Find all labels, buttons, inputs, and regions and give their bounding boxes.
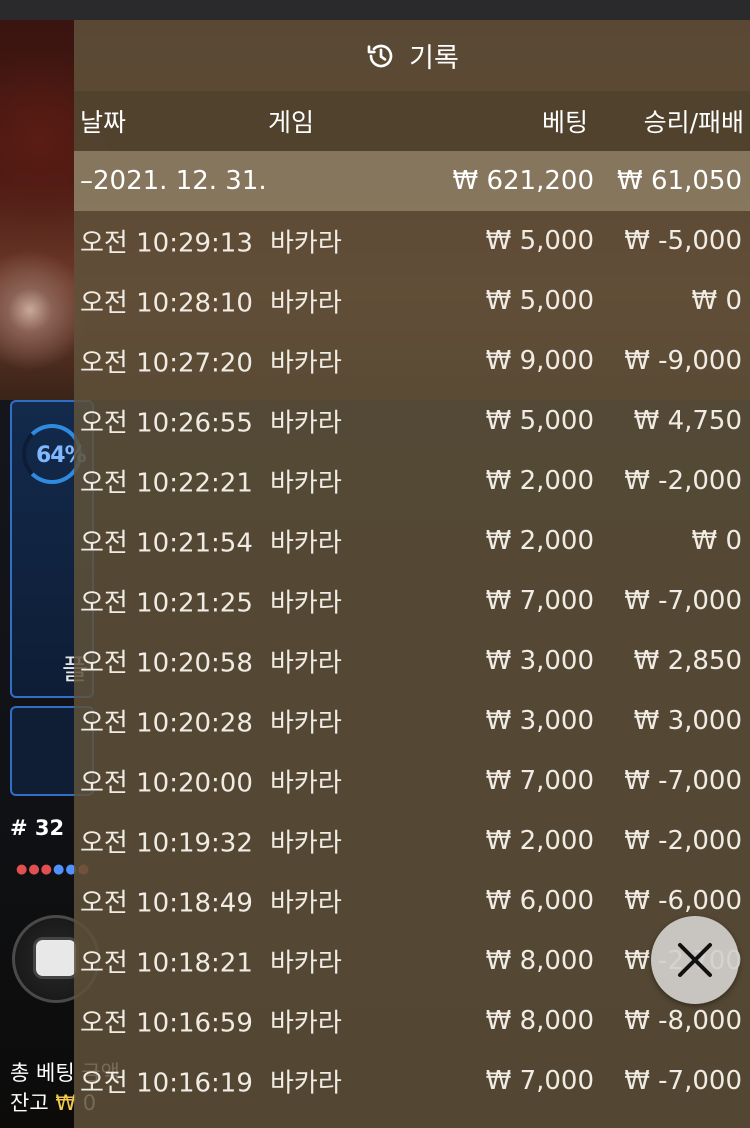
column-bet: 베팅 (541, 108, 588, 137)
history-list: 오전 10:29:13 바카라 ₩ 5,000 ₩ -5,000 오전 10:28:10… (74, 211, 750, 1111)
history-clock-icon (367, 44, 393, 67)
row-result: ₩ 3,000 (633, 706, 742, 736)
row-game: 바카라 (270, 588, 342, 619)
row-result: ₩ -9,000 (624, 346, 742, 376)
row-result: ₩ -5,000 (624, 226, 742, 256)
row-time: 오전 10:16:19 (80, 1068, 253, 1099)
column-result: 승리/패배 (643, 108, 744, 137)
history-title: 기록 (409, 43, 459, 74)
row-bet: ₩ 7,000 (485, 766, 594, 796)
row-bet: ₩ 9,000 (485, 346, 594, 376)
row-result: ₩ -7,000 (624, 766, 742, 796)
history-row[interactable]: 오전 10:20:28 바카라 ₩ 3,000 ₩ 3,000 (74, 691, 750, 751)
row-bet: ₩ 3,000 (485, 706, 594, 736)
row-time: 오전 10:19:32 (80, 828, 253, 859)
history-row[interactable]: 오전 10:18:49 바카라 ₩ 6,000 ₩ -6,000 (74, 871, 750, 931)
row-time: 오전 10:21:25 (80, 588, 253, 619)
history-row[interactable]: 오전 10:20:00 바카라 ₩ 7,000 ₩ -7,000 (74, 751, 750, 811)
history-row[interactable]: 오전 10:20:58 바카라 ₩ 3,000 ₩ 2,850 (74, 631, 750, 691)
row-bet: ₩ 7,000 (485, 586, 594, 616)
close-button[interactable] (651, 916, 739, 1004)
history-row[interactable]: 오전 10:21:25 바카라 ₩ 7,000 ₩ -7,000 (74, 571, 750, 631)
row-result: ₩ 4,750 (633, 406, 742, 436)
row-result: ₩ -2,000 (624, 466, 742, 496)
row-game: 바카라 (270, 708, 342, 739)
history-row[interactable]: 오전 10:21:54 바카라 ₩ 2,000 ₩ 0 (74, 511, 750, 571)
row-game: 바카라 (270, 348, 342, 379)
row-game: 바카라 (270, 1068, 342, 1099)
row-time: 오전 10:16:59 (80, 1008, 253, 1039)
row-time: 오전 10:18:21 (80, 948, 253, 979)
row-result: ₩ -2,000 (624, 826, 742, 856)
row-time: 오전 10:22:21 (80, 468, 253, 499)
row-time: 오전 10:20:28 (80, 708, 253, 739)
row-bet: ₩ 6,000 (485, 886, 594, 916)
row-time: 오전 10:29:13 (80, 228, 253, 259)
history-row[interactable]: 오전 10:28:10 바카라 ₩ 5,000 ₩ 0 (74, 271, 750, 331)
row-bet: ₩ 2,000 (485, 826, 594, 856)
row-result: ₩ -7,000 (624, 586, 742, 616)
table-header: 날짜 게임 베팅 승리/패배 (74, 91, 750, 151)
row-game: 바카라 (270, 528, 342, 559)
history-row[interactable]: 오전 10:29:13 바카라 ₩ 5,000 ₩ -5,000 (74, 211, 750, 271)
row-bet: ₩ 2,000 (485, 526, 594, 556)
row-game: 바카라 (270, 948, 342, 979)
row-game: 바카라 (270, 1008, 342, 1039)
status-bar (0, 0, 750, 20)
summary-bet: ₩ 621,200 (452, 166, 595, 196)
row-bet: ₩ 3,000 (485, 646, 594, 676)
row-game: 바카라 (270, 228, 342, 259)
history-panel: 기록 날짜 게임 베팅 승리/패배 –2021. 12. 31. ₩ 621,2… (74, 20, 750, 1128)
summary-date: –2021. 12. 31. (80, 166, 267, 196)
row-bet: ₩ 8,000 (485, 1006, 594, 1036)
history-row[interactable]: 오전 10:18:21바카라₩ 8,000₩ -2,700 (74, 931, 750, 991)
row-time: 오전 10:18:49 (80, 888, 253, 919)
balance-label: 잔고 (10, 1091, 49, 1115)
column-game: 게임 (268, 108, 315, 137)
row-game: 바카라 (270, 828, 342, 859)
history-row[interactable]: 오전 10:16:59 바카라 ₩ 8,000 ₩ -8,000 (74, 991, 750, 1051)
row-bet: ₩ 2,000 (485, 466, 594, 496)
row-time: 오전 10:21:54 (80, 528, 253, 559)
row-bet: ₩ 5,000 (485, 406, 594, 436)
row-game: 바카라 (270, 408, 342, 439)
round-number: # 32 (10, 816, 65, 840)
history-row[interactable]: 오전 10:26:55 바카라 ₩ 5,000 ₩ 4,750 (74, 391, 750, 451)
row-game: 바카라 (270, 288, 342, 319)
date-summary-row[interactable]: –2021. 12. 31. ₩ 621,200 ₩ 61,050 (74, 151, 750, 211)
column-date: 날짜 (80, 108, 127, 137)
balance-currency: ₩ (55, 1091, 77, 1115)
row-bet: ₩ 8,000 (485, 946, 594, 976)
row-result: ₩ 0 (691, 286, 742, 316)
history-row[interactable]: 오전 10:27:20 바카라 ₩ 9,000 ₩ -9,000 (74, 331, 750, 391)
row-game: 바카라 (270, 648, 342, 679)
summary-result: ₩ 61,050 (617, 166, 742, 196)
row-game: 바카라 (270, 768, 342, 799)
row-time: 오전 10:28:10 (80, 288, 253, 319)
row-time: 오전 10:20:00 (80, 768, 253, 799)
row-result: ₩ -7,000 (624, 1066, 742, 1096)
row-bet: ₩ 7,000 (485, 1066, 594, 1096)
row-result: ₩ 0 (691, 526, 742, 556)
row-result: ₩ 2,850 (633, 646, 742, 676)
close-icon (678, 943, 712, 977)
chip-icon (33, 937, 79, 979)
row-result: ₩ -6,000 (624, 886, 742, 916)
history-row[interactable]: 오전 10:16:19 바카라 ₩ 7,000 ₩ -7,000 (74, 1051, 750, 1111)
history-row[interactable]: 오전 10:22:21 바카라 ₩ 2,000 ₩ -2,000 (74, 451, 750, 511)
history-row[interactable]: 오전 10:19:32 바카라 ₩ 2,000 ₩ -2,000 (74, 811, 750, 871)
screen: 64% 플 # 32 ●●●●●● 총 베팅 금액 잔고 ₩ 0 기록 날짜 게… (0, 0, 750, 1128)
row-game: 바카라 (270, 468, 342, 499)
row-time: 오전 10:26:55 (80, 408, 253, 439)
row-game: 바카라 (270, 888, 342, 919)
row-bet: ₩ 5,000 (485, 286, 594, 316)
history-header: 기록 (74, 20, 750, 91)
row-time: 오전 10:20:58 (80, 648, 253, 679)
row-result: ₩ -8,000 (624, 1006, 742, 1036)
row-bet: ₩ 5,000 (485, 226, 594, 256)
row-time: 오전 10:27:20 (80, 348, 253, 379)
